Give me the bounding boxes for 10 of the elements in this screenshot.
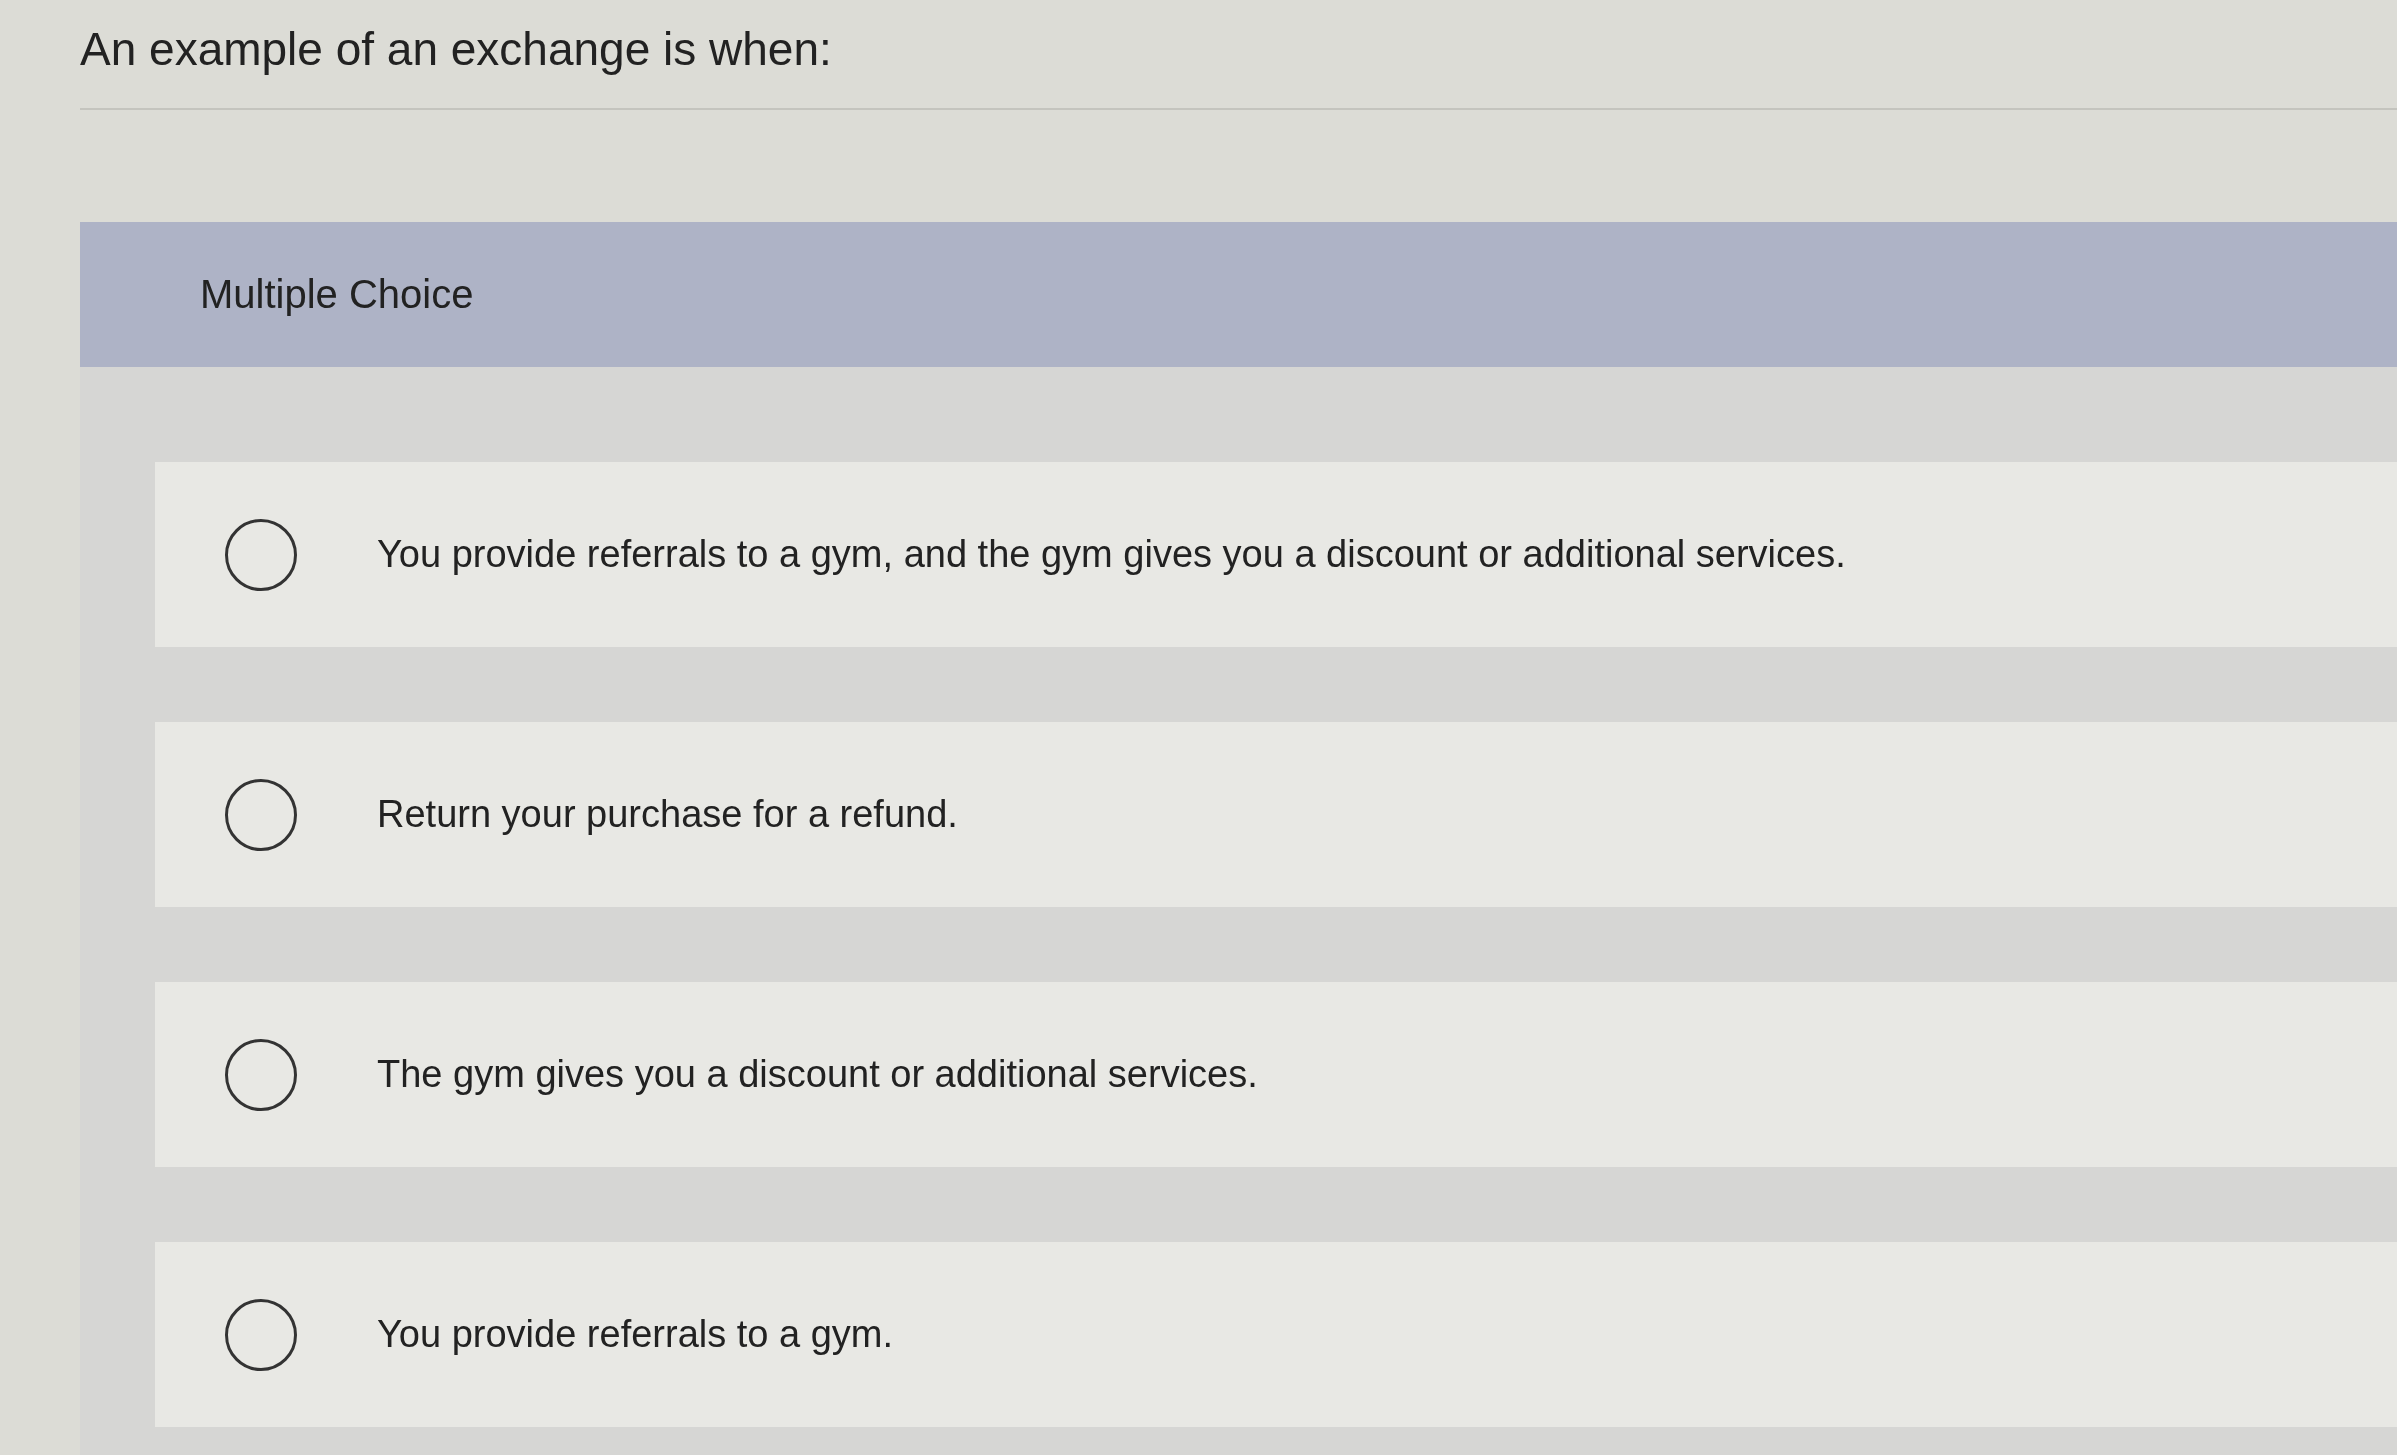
question-text: An example of an exchange is when:: [80, 22, 832, 76]
radio-button[interactable]: [225, 778, 297, 851]
section-label: Multiple Choice: [200, 272, 474, 317]
radio-button[interactable]: [225, 1298, 297, 1371]
radio-button[interactable]: [225, 518, 297, 591]
answer-option[interactable]: The gym gives you a discount or additional services.: [155, 982, 2397, 1167]
answer-option[interactable]: You provide referrals to a gym.: [155, 1242, 2397, 1427]
answer-option[interactable]: You provide referrals to a gym, and the gym gives you a discount or additional services.: [155, 462, 2397, 647]
radio-button[interactable]: [225, 1038, 297, 1111]
answer-option[interactable]: Return your purchase for a refund.: [155, 722, 2397, 907]
